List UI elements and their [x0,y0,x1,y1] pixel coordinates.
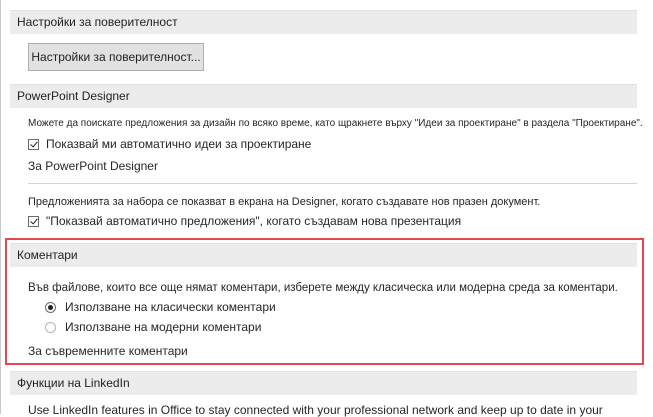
auto-suggestions-label: "Показвай автоматично предложения", кога… [46,214,462,228]
checkbox-checked-icon[interactable] [28,215,39,227]
designer-divider [28,183,637,184]
auto-design-ideas-label: Показвай ми автоматично идеи за проектир… [46,137,312,151]
suggestions-description: Предложенията за набора се показват в ек… [28,196,541,208]
about-designer-link[interactable]: За PowerPoint Designer [28,159,158,173]
checkbox-checked-icon[interactable] [28,138,39,150]
window-left-border [0,0,1,414]
auto-design-ideas-checkbox[interactable]: Показвай ми автоматично идеи за проектир… [28,136,311,152]
privacy-section-header: Настройки за поверителност [10,10,637,34]
privacy-settings-button[interactable]: Настройки за поверителност... [28,43,204,71]
auto-suggestions-checkbox[interactable]: "Показвай автоматично предложения", кога… [28,213,461,229]
linkedin-section-header: Функции на LinkedIn [10,371,637,395]
comments-highlight-box [5,238,644,365]
linkedin-description: Use LinkedIn features in Office to stay … [28,403,603,417]
designer-section-header: PowerPoint Designer [10,84,637,108]
designer-description: Можете да поискате предложения за дизайн… [28,118,643,129]
